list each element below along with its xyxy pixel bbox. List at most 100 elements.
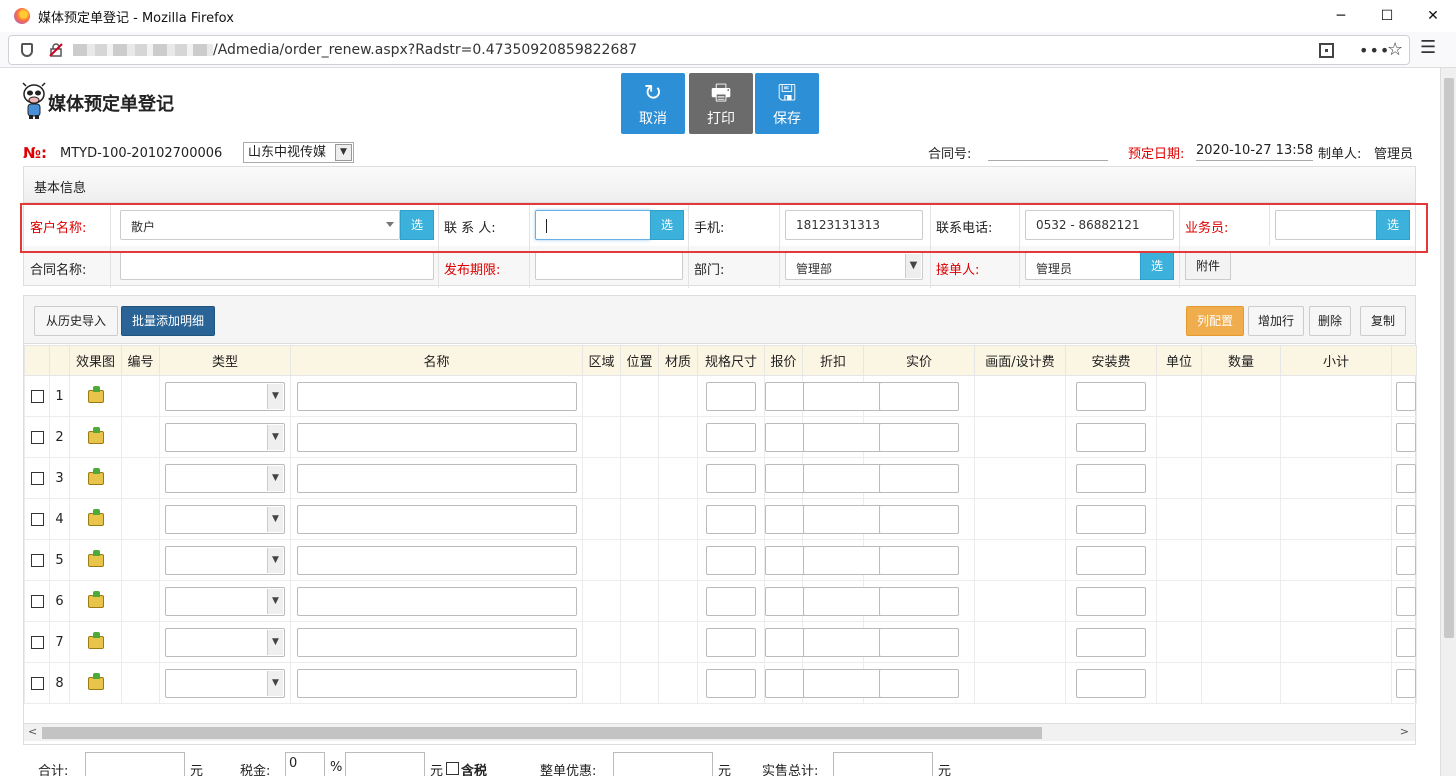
horizontal-scroll-thumb[interactable] [42, 727, 1042, 739]
upload-image-icon[interactable] [87, 508, 104, 526]
column-header[interactable]: 位置 [620, 345, 659, 376]
contact-input[interactable] [535, 210, 651, 240]
discount-input[interactable] [613, 752, 713, 776]
tax-amount-input[interactable] [345, 752, 425, 776]
cell-input[interactable] [879, 668, 959, 698]
cell-input[interactable] [1076, 586, 1146, 616]
column-header[interactable]: 小计 [1280, 345, 1392, 376]
salesman-select-button[interactable]: 选 [1376, 210, 1410, 240]
cell-input[interactable] [803, 381, 883, 411]
cell-input[interactable] [1396, 463, 1416, 493]
cell-input[interactable] [879, 586, 959, 616]
company-select[interactable]: 山东中视传媒 ▼ [243, 142, 354, 163]
qr-code-icon[interactable] [1319, 43, 1334, 58]
type-select[interactable]: ▼ [165, 627, 285, 657]
customer-select[interactable]: 散户 [120, 210, 400, 240]
cell-input[interactable] [803, 586, 883, 616]
phone-input[interactable]: 0532 - 86882121 [1025, 210, 1174, 240]
cell-input[interactable] [706, 422, 756, 452]
row-checkbox[interactable] [30, 553, 44, 567]
cell-input[interactable] [1396, 422, 1416, 452]
cell-input[interactable] [803, 463, 883, 493]
total-input[interactable] [85, 752, 185, 776]
name-input[interactable] [296, 504, 577, 534]
column-header[interactable]: 规格尺寸 [697, 345, 765, 376]
column-header[interactable]: 效果图 [69, 345, 122, 376]
cell-input[interactable] [1076, 504, 1146, 534]
cell-input[interactable] [1076, 463, 1146, 493]
cell-input[interactable] [1076, 422, 1146, 452]
column-header[interactable]: 材质 [658, 345, 698, 376]
cell-input[interactable] [706, 545, 756, 575]
cell-input[interactable] [1396, 627, 1416, 657]
type-select[interactable]: ▼ [165, 422, 285, 452]
receiver-input[interactable]: 管理员 [1025, 252, 1141, 280]
bookmark-star-icon[interactable]: ☆ [1387, 39, 1403, 60]
maximize-button[interactable]: ☐ [1364, 0, 1410, 32]
type-select[interactable]: ▼ [165, 463, 285, 493]
customer-select-button[interactable]: 选 [400, 210, 434, 240]
cell-input[interactable] [1396, 381, 1416, 411]
booking-date-value[interactable]: 2020-10-27 13:58 [1196, 143, 1314, 161]
cell-input[interactable] [1076, 627, 1146, 657]
minimize-button[interactable]: ─ [1318, 0, 1364, 32]
type-select[interactable]: ▼ [165, 668, 285, 698]
row-checkbox[interactable] [30, 430, 44, 444]
column-header[interactable]: 画面/设计费 [974, 345, 1066, 376]
add-row-button[interactable]: 增加行 [1248, 306, 1304, 336]
type-select[interactable]: ▼ [165, 381, 285, 411]
shield-icon[interactable] [21, 43, 33, 57]
name-input[interactable] [296, 422, 577, 452]
name-input[interactable] [296, 586, 577, 616]
upload-image-icon[interactable] [87, 672, 104, 690]
page-scroll-thumb[interactable] [1444, 78, 1454, 638]
name-input[interactable] [296, 545, 577, 575]
cell-input[interactable] [1396, 504, 1416, 534]
row-checkbox[interactable] [30, 594, 44, 608]
print-button[interactable]: 🖶 打印 [689, 73, 753, 134]
column-header[interactable]: 区域 [582, 345, 621, 376]
cell-input[interactable] [1396, 668, 1416, 698]
insecure-connection-icon[interactable] [49, 43, 63, 57]
column-header[interactable]: 报价 [764, 345, 803, 376]
cell-input[interactable] [879, 381, 959, 411]
cell-input[interactable] [879, 627, 959, 657]
row-checkbox[interactable] [30, 512, 44, 526]
upload-image-icon[interactable] [87, 590, 104, 608]
cell-input[interactable] [803, 668, 883, 698]
publish-period-input[interactable] [535, 252, 683, 280]
column-header[interactable]: 实价 [863, 345, 975, 376]
delete-row-button[interactable]: 删除 [1309, 306, 1351, 336]
cell-input[interactable] [803, 545, 883, 575]
department-select[interactable]: 管理部 ▼ [785, 252, 923, 280]
tax-rate-select[interactable]: 0 [285, 752, 325, 776]
copy-row-button[interactable]: 复制 [1360, 306, 1406, 336]
column-header[interactable]: 类型 [159, 345, 291, 376]
tax-included-checkbox[interactable] [446, 762, 459, 775]
cell-input[interactable] [879, 545, 959, 575]
cell-input[interactable] [803, 627, 883, 657]
attachment-button[interactable]: 附件 [1185, 252, 1231, 280]
row-checkbox[interactable] [30, 676, 44, 690]
column-header[interactable]: 编号 [121, 345, 160, 376]
cancel-button[interactable]: ↻ 取消 [621, 73, 685, 134]
salesman-input[interactable] [1275, 210, 1377, 240]
cell-input[interactable] [706, 381, 756, 411]
cell-input[interactable] [803, 504, 883, 534]
contract-name-input[interactable] [120, 252, 434, 280]
name-input[interactable] [296, 668, 577, 698]
grand-total-input[interactable] [833, 752, 933, 776]
cell-input[interactable] [803, 422, 883, 452]
name-input[interactable] [296, 627, 577, 657]
scroll-right-icon[interactable]: > [1400, 725, 1409, 738]
cell-input[interactable] [706, 586, 756, 616]
upload-image-icon[interactable] [87, 467, 104, 485]
row-checkbox[interactable] [30, 389, 44, 403]
batch-add-button[interactable]: 批量添加明细 [121, 306, 215, 336]
contact-select-button[interactable]: 选 [650, 210, 684, 240]
column-config-button[interactable]: 列配置 [1186, 306, 1244, 336]
upload-image-icon[interactable] [87, 426, 104, 444]
upload-image-icon[interactable] [87, 549, 104, 567]
horizontal-scrollbar[interactable]: < > [24, 723, 1415, 741]
column-header[interactable]: 名称 [290, 345, 583, 376]
